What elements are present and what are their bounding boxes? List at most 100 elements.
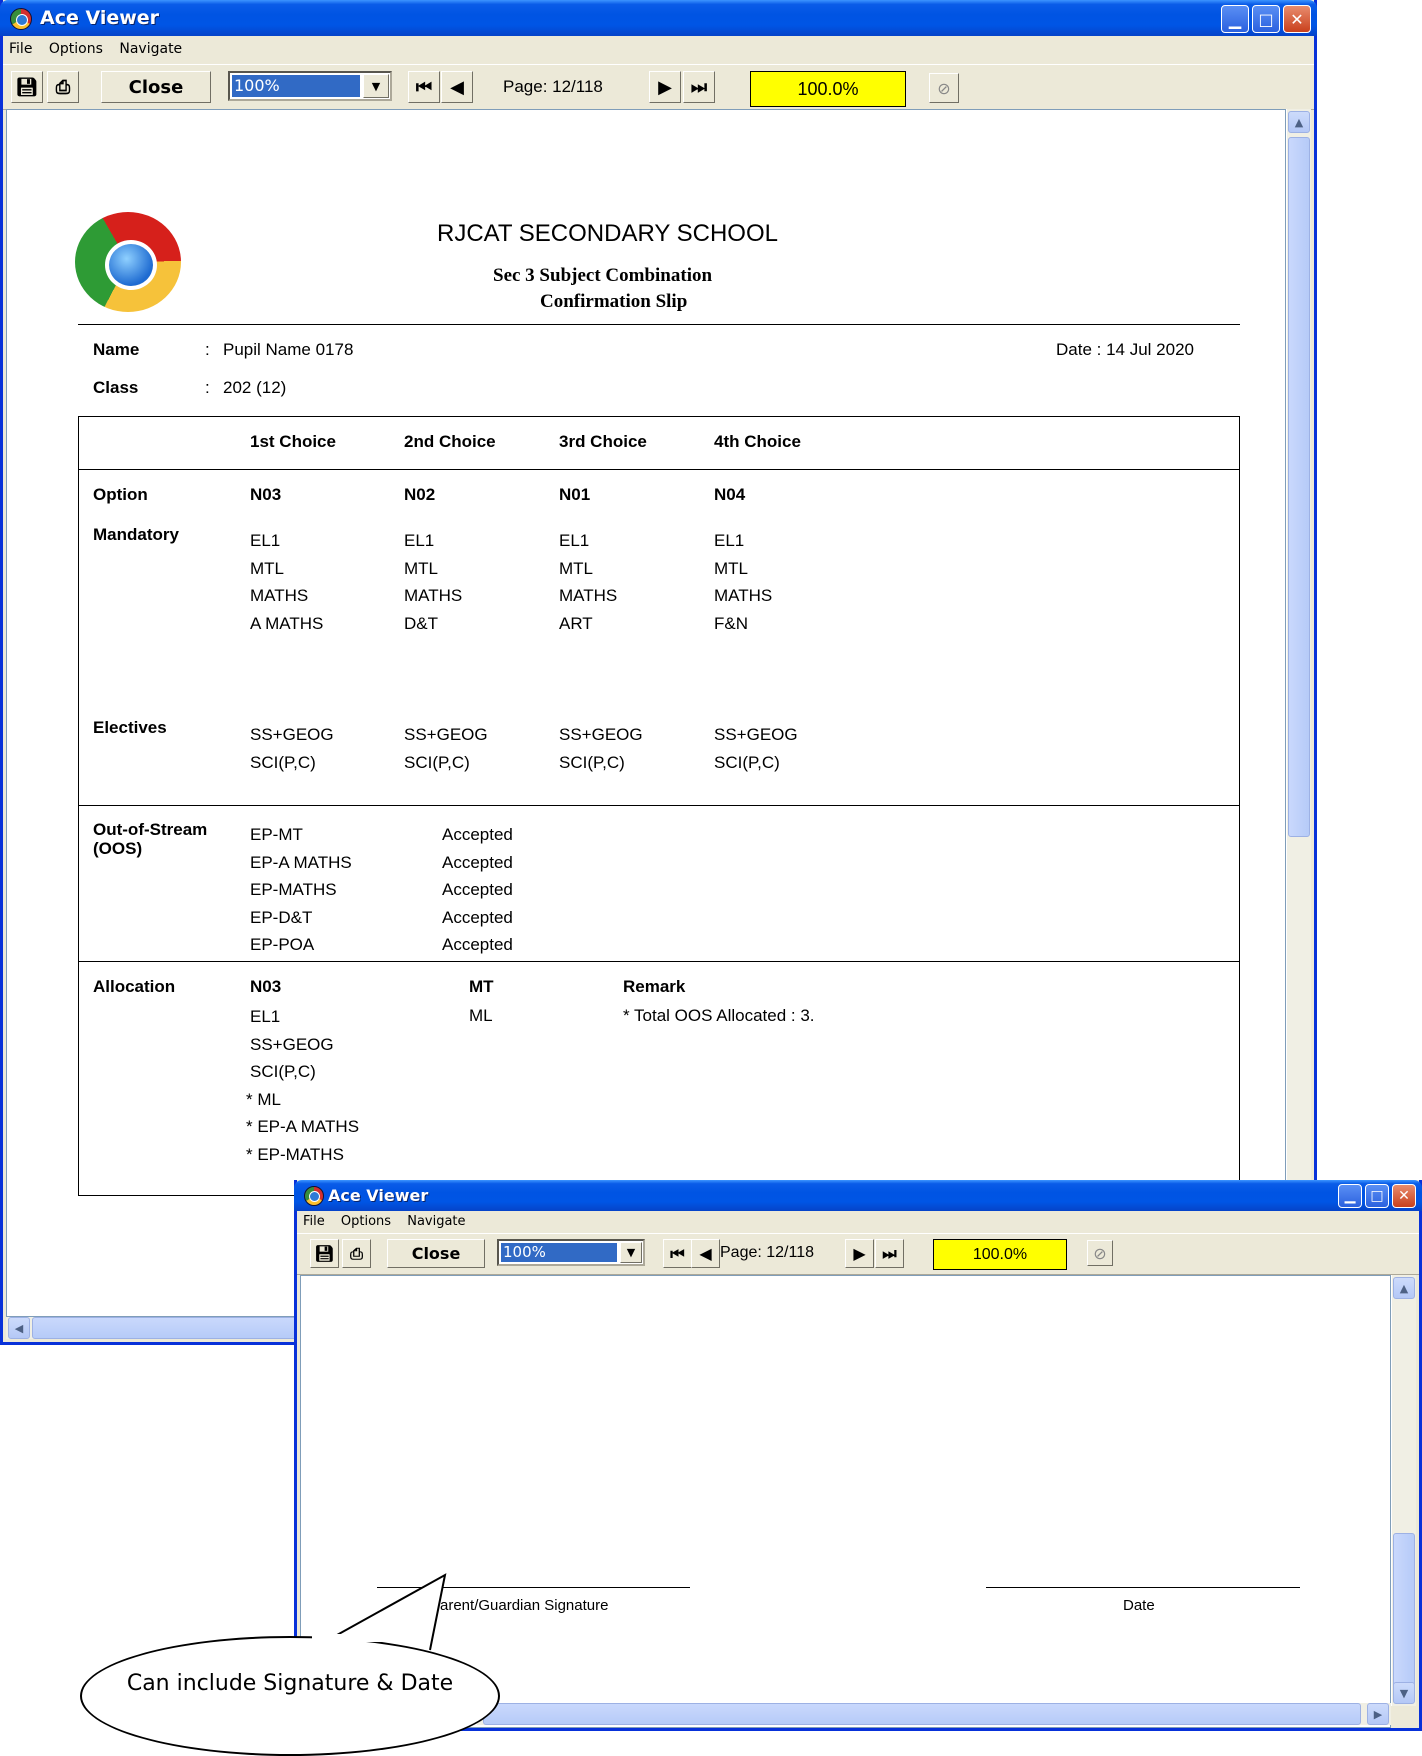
- close-button[interactable]: Close: [101, 71, 211, 103]
- list-item: Accepted: [442, 935, 513, 954]
- zoom-select[interactable]: 100% ▼: [228, 71, 392, 101]
- menu-file[interactable]: File: [9, 36, 32, 62]
- zoom-display: 100.0%: [933, 1239, 1067, 1270]
- scroll-right-arrow[interactable]: ▶: [1367, 1703, 1389, 1725]
- close-button[interactable]: Close: [387, 1239, 485, 1268]
- scroll-thumb[interactable]: [1288, 137, 1310, 837]
- zoom-select[interactable]: 100% ▼: [497, 1239, 645, 1266]
- scroll-up-arrow[interactable]: ▲: [1288, 111, 1310, 133]
- list-item: EP-A MATHS: [250, 852, 352, 872]
- remark-value: * Total OOS Allocated : 3.: [623, 1006, 815, 1025]
- next-page-button[interactable]: ▶: [845, 1239, 874, 1268]
- minimize-button[interactable]: ▁: [1338, 1184, 1362, 1208]
- report-subtitle-1: Sec 3 Subject Combination: [493, 265, 713, 286]
- page-indicator: Page: 12/118: [720, 1244, 815, 1261]
- print-button[interactable]: ⎙: [342, 1239, 371, 1268]
- list-item: EL1: [404, 531, 435, 550]
- refresh-button[interactable]: ⊘: [1087, 1240, 1113, 1266]
- print-button[interactable]: ⎙: [47, 71, 79, 103]
- window-title: Ace Viewer: [328, 1186, 429, 1205]
- prev-page-button[interactable]: ◀: [441, 71, 473, 103]
- oos-status-list: Accepted Accepted Accepted Accepted Acce…: [442, 821, 513, 959]
- name-value: Pupil Name 0178: [223, 340, 354, 359]
- title-bar[interactable]: Ace Viewer ▁ □ ✕: [0, 0, 1317, 36]
- choice-header-2: 2nd Choice: [404, 432, 496, 451]
- next-page-button[interactable]: ▶: [649, 71, 681, 103]
- list-item: MATHS: [559, 586, 618, 605]
- list-item: SCI(P,C): [559, 752, 625, 772]
- menu-navigate[interactable]: Navigate: [407, 1211, 465, 1233]
- mandatory-label: Mandatory: [93, 525, 179, 544]
- first-page-button[interactable]: ⏮: [663, 1239, 692, 1268]
- list-item: D&T: [404, 613, 438, 633]
- oos-subject-list: EP-MT EP-A MATHS EP-MATHS EP-D&T EP-POA: [250, 821, 352, 959]
- close-window-button[interactable]: ✕: [1283, 5, 1311, 33]
- close-window-button[interactable]: ✕: [1392, 1184, 1416, 1208]
- menu-options[interactable]: Options: [341, 1211, 391, 1233]
- scroll-thumb[interactable]: [1393, 1533, 1415, 1693]
- callout-text: Can include Signature & Date: [126, 1671, 454, 1696]
- date-label: Date: [1123, 1597, 1155, 1614]
- choice-header-3: 3rd Choice: [559, 432, 647, 451]
- chevron-down-icon[interactable]: ▼: [363, 74, 389, 98]
- list-item: A MATHS: [250, 613, 324, 633]
- save-button[interactable]: 💾︎: [310, 1239, 339, 1268]
- list-item: * ML: [246, 1089, 281, 1109]
- refresh-icon: ⊘: [937, 78, 951, 98]
- first-page-icon: ⏮: [670, 1243, 685, 1263]
- allocation-option: N03: [250, 977, 282, 996]
- refresh-button[interactable]: ⊘: [929, 73, 959, 103]
- first-page-button[interactable]: ⏮: [408, 71, 440, 103]
- close-icon: ✕: [1398, 1188, 1410, 1204]
- maximize-button[interactable]: □: [1252, 5, 1280, 33]
- last-page-icon: ⏭: [690, 76, 708, 98]
- list-item: MTL: [250, 558, 284, 578]
- list-item: SS+GEOG: [404, 725, 488, 744]
- mandatory-list-4: EL1 MTL MATHS F&N: [714, 527, 772, 637]
- allocation-list: EL1 SS+GEOG SCI(P,C) * ML * EP-A MATHS *…: [246, 1003, 359, 1168]
- class-label: Class: [93, 378, 139, 397]
- scroll-up-arrow[interactable]: ▲: [1393, 1277, 1415, 1299]
- maximize-button[interactable]: □: [1365, 1184, 1389, 1208]
- remark-header: Remark: [623, 977, 686, 996]
- vertical-scrollbar[interactable]: ▲ ▼: [1391, 1275, 1416, 1706]
- page-indicator: Page: 12/118: [503, 77, 603, 96]
- last-page-button[interactable]: ⏭: [875, 1239, 904, 1268]
- scroll-down-arrow[interactable]: ▼: [1393, 1682, 1415, 1704]
- zoom-select-value: 100%: [232, 75, 360, 97]
- chevron-down-icon[interactable]: ▼: [620, 1242, 642, 1263]
- table-rule-3: [78, 961, 1240, 962]
- list-item: SCI(P,C): [714, 752, 780, 772]
- mandatory-list-3: EL1 MTL MATHS ART: [559, 527, 617, 637]
- menu-navigate[interactable]: Navigate: [119, 36, 182, 62]
- save-button[interactable]: 💾︎: [11, 71, 43, 103]
- date-line: [986, 1587, 1300, 1588]
- electives-label: Electives: [93, 718, 167, 737]
- choice-header-4: 4th Choice: [714, 432, 801, 451]
- last-page-button[interactable]: ⏭: [683, 71, 715, 103]
- list-item: SCI(P,C): [404, 752, 470, 772]
- refresh-icon: ⊘: [1093, 1243, 1107, 1263]
- list-item: ART: [559, 613, 593, 633]
- horizontal-scrollbar[interactable]: ▶: [477, 1703, 1391, 1725]
- vertical-scrollbar[interactable]: ▲: [1286, 109, 1311, 1317]
- horizontal-scroll-thumb[interactable]: [32, 1317, 332, 1339]
- electives-list-2: SS+GEOG SCI(P,C): [404, 721, 488, 776]
- minimize-button[interactable]: ▁: [1221, 5, 1249, 33]
- name-label: Name: [93, 340, 140, 359]
- name-colon: :: [205, 340, 210, 359]
- horizontal-scroll-thumb[interactable]: [483, 1703, 1361, 1725]
- allocation-label: Allocation: [93, 977, 176, 996]
- zoom-select-value: 100%: [501, 1243, 617, 1262]
- option-label: Option: [93, 485, 148, 504]
- choice-header-1: 1st Choice: [250, 432, 336, 451]
- title-bar[interactable]: Ace Viewer ▁ □ ✕: [294, 1180, 1422, 1211]
- toolbar: 💾︎ ⎙ Close 100% ▼ ⏮ ◀ Page: 12/118 ▶ ⏭ 1…: [3, 64, 1314, 110]
- menu-file[interactable]: File: [303, 1211, 325, 1233]
- scroll-left-arrow[interactable]: ◀: [8, 1317, 30, 1339]
- prev-page-button[interactable]: ◀: [691, 1239, 720, 1268]
- school-logo: [75, 212, 181, 312]
- list-item: SS+GEOG: [250, 1034, 334, 1054]
- list-item: Accepted: [442, 825, 513, 844]
- menu-options[interactable]: Options: [49, 36, 103, 62]
